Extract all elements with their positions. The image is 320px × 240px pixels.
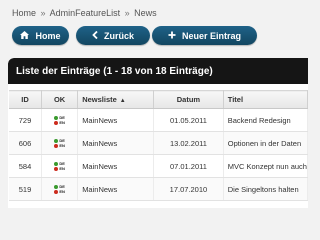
language-status-row: EN [54,188,65,194]
language-status-row: EN [54,165,65,171]
home-button[interactable]: Home [12,26,69,45]
status-dot-icon [54,189,59,194]
cell-newsliste: MainNews [77,108,155,132]
language-status-row: EN [54,119,65,125]
status-dot-icon [54,143,59,148]
cell-id: 519 [9,177,43,201]
cell-titel: Backend Redesign [223,108,308,132]
language-status-icon[interactable]: DE EN [54,161,65,171]
entries-table: ID OK Newsliste ▲ Datum Titel 729 DE EN Main… [9,90,308,201]
new-entry-button-label: Neuer Eintrag [181,30,241,41]
language-code: EN [59,142,65,148]
cell-ok: DE EN [41,177,79,201]
cell-titel: Die Singeltons halten [223,177,308,201]
status-dot-icon [54,161,59,166]
panel-title: Liste der Einträge (1 - 18 von 18 Einträ… [8,58,308,84]
cell-ok: DE EN [41,108,79,132]
table-row[interactable]: 584 DE EN MainNews 07.01.2011 MVC Konzept nun… [9,154,308,178]
cell-newsliste: MainNews [77,131,155,155]
cell-titel: Optionen in der Daten [223,131,308,155]
table-row[interactable]: 519 DE EN MainNews 17.07.2010 Die Singeltons … [9,177,308,201]
language-code: EN [59,119,65,125]
new-entry-button[interactable]: Neuer Eintrag [152,26,257,45]
breadcrumb-separator: » [40,8,46,18]
status-dot-icon [54,120,59,125]
status-dot-icon [54,115,59,120]
cell-ok: DE EN [41,154,79,178]
breadcrumb-separator: » [124,8,130,18]
status-dot-icon [54,166,59,171]
back-button-label: Zurück [103,30,134,41]
column-header-ok[interactable]: OK [41,90,79,109]
cell-id: 729 [9,108,43,132]
column-header-datum[interactable]: Datum [153,90,224,109]
language-status-icon[interactable]: DE EN [54,115,65,125]
breadcrumb-home[interactable]: Home [12,8,36,18]
language-status-icon[interactable]: DE EN [54,138,65,148]
cell-ok: DE EN [41,131,79,155]
breadcrumb: Home » AdminFeatureList » News [12,8,157,18]
status-dot-icon [54,184,59,189]
status-dot-icon [54,138,59,143]
table-row[interactable]: 606 DE EN MainNews 13.02.2011 Optionen in der… [9,131,308,155]
cell-datum: 07.01.2011 [153,154,224,178]
cell-titel: MVC Konzept nun auch [223,154,308,178]
sort-ascending-icon: ▲ [119,98,126,104]
cell-datum: 01.05.2011 [153,108,224,132]
breadcrumb-news: News [134,8,157,18]
cell-newsliste: MainNews [77,177,155,201]
language-code: EN [59,188,65,194]
chevron-left-icon [92,30,98,41]
cell-datum: 17.07.2010 [153,177,224,201]
table-row[interactable]: 729 DE EN MainNews 01.05.2011 Backend Redesig… [9,108,308,132]
language-status-icon[interactable]: DE EN [54,184,65,194]
language-code: EN [59,165,65,171]
entries-panel: Liste der Einträge (1 - 18 von 18 Einträ… [8,58,308,208]
back-button[interactable]: Zurück [76,26,150,45]
cell-datum: 13.02.2011 [153,131,224,155]
column-header-newsliste[interactable]: Newsliste ▲ [77,90,155,109]
column-header-id[interactable]: ID [9,90,43,109]
plus-icon [168,31,176,41]
cell-id: 584 [9,154,43,178]
column-header-titel[interactable]: Titel [223,90,308,109]
language-status-row: EN [54,142,65,148]
breadcrumb-adminfeaturelist[interactable]: AdminFeatureList [50,8,121,18]
cell-newsliste: MainNews [77,154,155,178]
home-icon [20,30,30,41]
cell-id: 606 [9,131,43,155]
table-header-row: ID OK Newsliste ▲ Datum Titel [9,90,308,109]
home-button-label: Home [35,30,61,41]
